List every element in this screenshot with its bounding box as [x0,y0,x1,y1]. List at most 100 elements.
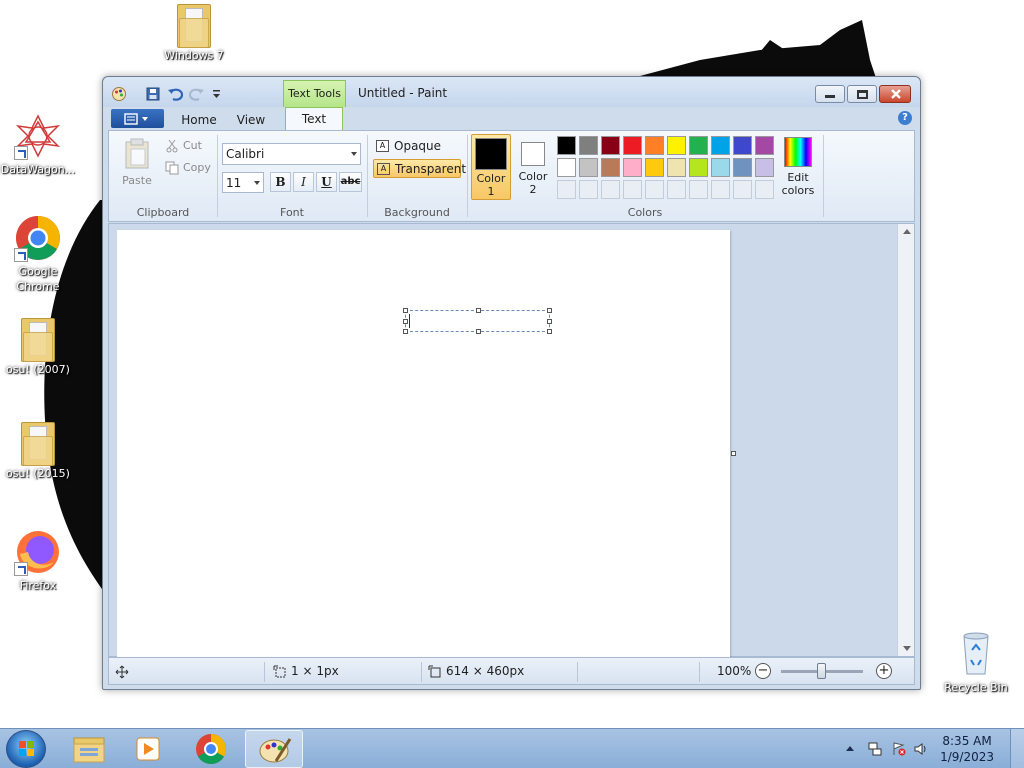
system-clock[interactable]: 8:35 AM 1/9/2023 [940,733,994,765]
palette-swatch[interactable] [557,158,576,177]
custom-color-slot[interactable] [557,180,576,199]
bold-button[interactable]: B [270,172,291,192]
desktop-icon-chrome[interactable]: Google Chrome [0,214,78,294]
edit-colors-icon [784,137,812,167]
custom-color-slot[interactable] [667,180,686,199]
tab-home[interactable]: Home [173,111,225,130]
taskbar: 8:35 AM 1/9/2023 [0,728,1024,768]
underline-button[interactable]: U [316,172,337,192]
desktop-icon-windows7[interactable]: Windows 7 [154,4,234,63]
desktop-icon-firefox[interactable]: Firefox [0,528,78,593]
palette-swatch[interactable] [689,158,708,177]
taskbar-paint[interactable] [245,730,303,768]
palette-swatch[interactable] [667,136,686,155]
palette-swatch[interactable] [711,158,730,177]
help-icon[interactable]: ? [898,111,912,125]
network-icon[interactable] [868,742,882,756]
maximize-button[interactable] [847,85,877,103]
copy-button[interactable]: Copy [163,159,211,177]
vertical-scrollbar[interactable] [897,224,914,656]
resize-handle[interactable] [403,329,408,334]
taskbar-media-player[interactable] [120,730,178,768]
color1-label: Color [476,172,506,185]
font-size-select[interactable]: 11 [222,172,264,193]
opaque-option[interactable]: A Opaque [373,137,459,156]
palette-swatch[interactable] [755,158,774,177]
palette-swatch[interactable] [733,158,752,177]
paste-button[interactable]: Paste [117,135,157,191]
resize-handle[interactable] [547,319,552,324]
color2-label: Color [518,170,548,183]
resize-handle[interactable] [476,308,481,313]
palette-swatch[interactable] [645,136,664,155]
desktop-icon-recycle-bin[interactable]: Recycle Bin [936,630,1016,695]
resize-handle[interactable] [476,329,481,334]
transparent-option[interactable]: A Transparent [373,159,466,178]
cut-button[interactable]: Cut [163,137,202,155]
title-bar[interactable]: Text Tools Untitled - Paint [103,77,920,107]
palette-swatch[interactable] [601,158,620,177]
palette-swatch[interactable] [623,136,642,155]
paint-app-icon[interactable] [111,86,127,102]
desktop-icon-osu-2015[interactable]: osu! (2015) [0,422,78,481]
edit-colors-button[interactable]: Edit colors [777,135,819,197]
undo-icon[interactable] [167,86,184,102]
customize-qat-icon[interactable] [209,86,225,102]
desktop-icon-datawagon[interactable]: DataWagon... [0,112,78,177]
minimize-button[interactable] [815,85,845,103]
canvas-resize-handle[interactable] [731,451,736,456]
custom-color-slot[interactable] [601,180,620,199]
font-family-select[interactable]: Calibri [222,143,361,165]
text-input-box[interactable] [403,308,552,334]
drawing-canvas[interactable] [117,230,730,658]
palette-swatch[interactable] [711,136,730,155]
save-icon[interactable] [145,86,161,102]
palette-swatch[interactable] [557,136,576,155]
redo-icon[interactable] [188,86,205,102]
custom-color-slot[interactable] [689,180,708,199]
action-center-icon[interactable] [892,742,906,756]
taskbar-explorer[interactable] [60,730,118,768]
custom-color-slot[interactable] [645,180,664,199]
zoom-slider-thumb[interactable] [817,663,826,679]
taskbar-chrome[interactable] [182,730,240,768]
custom-color-slot[interactable] [755,180,774,199]
show-hidden-icons-icon[interactable] [846,746,854,751]
scroll-down-icon[interactable] [903,646,911,651]
start-button[interactable] [6,730,46,768]
resize-handle[interactable] [403,308,408,313]
tab-text[interactable]: Text [285,107,343,131]
application-menu-button[interactable] [111,109,164,128]
show-desktop-button[interactable] [1010,729,1024,768]
palette-swatch[interactable] [645,158,664,177]
resize-handle[interactable] [403,319,408,324]
custom-color-slot[interactable] [733,180,752,199]
palette-swatch[interactable] [733,136,752,155]
italic-button[interactable]: I [293,172,314,192]
palette-swatch[interactable] [579,158,598,177]
custom-color-slot[interactable] [623,180,642,199]
custom-color-slot[interactable] [579,180,598,199]
palette-swatch[interactable] [755,136,774,155]
recycle-bin-icon [952,630,1000,678]
palette-swatch[interactable] [689,136,708,155]
zoom-in-button[interactable]: + [876,663,892,679]
custom-color-slot[interactable] [711,180,730,199]
tab-view[interactable]: View [225,111,277,130]
resize-handle[interactable] [547,308,552,313]
folder-icon [21,422,55,466]
scroll-up-icon[interactable] [903,229,911,234]
palette-swatch[interactable] [667,158,686,177]
paste-icon [125,138,149,169]
palette-swatch[interactable] [579,136,598,155]
color2-button[interactable]: Color 2 [513,134,553,200]
desktop-icon-osu-2007[interactable]: osu! (2007) [0,318,78,377]
palette-swatch[interactable] [601,136,620,155]
resize-handle[interactable] [547,329,552,334]
zoom-out-button[interactable]: − [755,663,771,679]
strikethrough-button[interactable]: abc [339,172,362,192]
volume-icon[interactable] [914,742,928,756]
palette-swatch[interactable] [623,158,642,177]
color1-button[interactable]: Color 1 [471,134,511,200]
close-button[interactable] [879,85,911,103]
